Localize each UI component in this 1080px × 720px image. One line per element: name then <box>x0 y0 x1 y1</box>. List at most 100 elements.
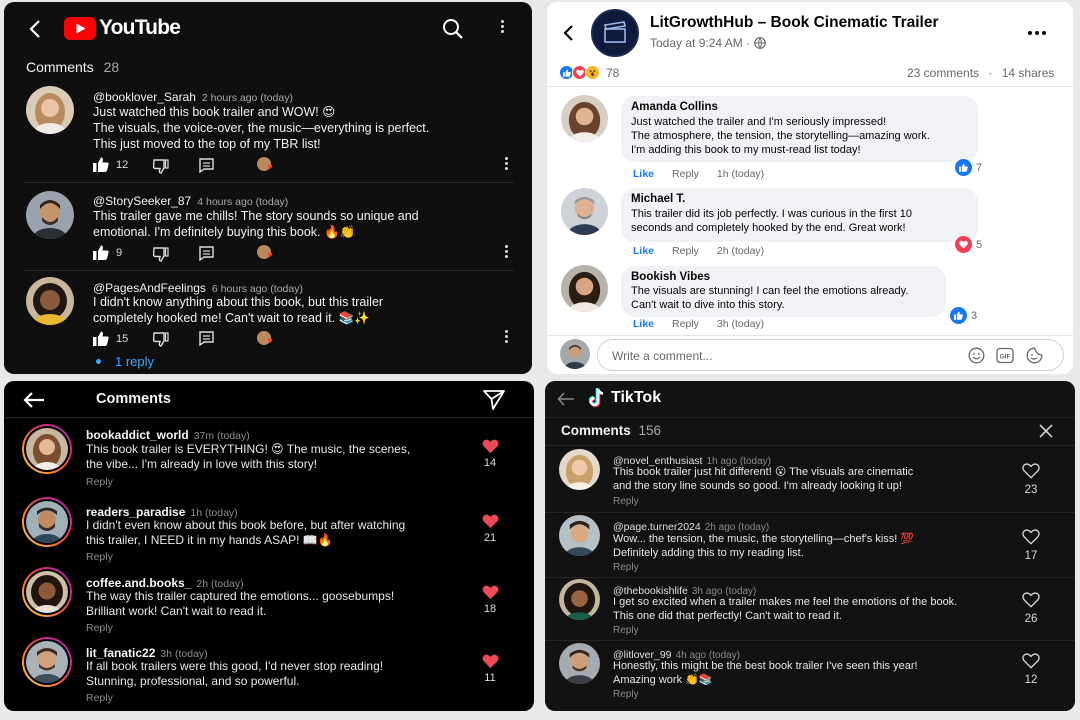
like-button[interactable]: 21 <box>475 514 505 544</box>
thumbs-down-icon[interactable] <box>153 332 169 347</box>
like-button[interactable]: Like <box>633 318 654 330</box>
like-button[interactable]: 9 <box>93 245 122 260</box>
emoji-icon[interactable] <box>968 347 985 364</box>
panel-title: Comments <box>96 391 171 407</box>
comments-count[interactable]: 23 comments <box>907 66 979 80</box>
comment-actions: Like Reply 1h (today) <box>633 168 764 180</box>
page-title[interactable]: LitGrowthHub – Book Cinematic Trailer <box>650 14 939 32</box>
comment-username[interactable]: @booklover_Sarah <box>93 90 196 104</box>
reply-button[interactable]: Reply <box>672 318 699 330</box>
reply-button[interactable]: Reply <box>613 689 639 700</box>
reply-button[interactable]: Reply <box>672 245 699 257</box>
avatar[interactable] <box>559 449 600 490</box>
avatar[interactable] <box>561 188 608 235</box>
like-button[interactable]: Like <box>633 245 654 257</box>
avatar[interactable] <box>26 277 74 325</box>
reply-comment-icon[interactable] <box>199 331 214 346</box>
avatar[interactable] <box>26 641 68 683</box>
reply-comment-icon[interactable] <box>199 246 214 261</box>
avatar[interactable] <box>26 571 68 613</box>
comment-username[interactable]: lit_fanatic22 <box>86 646 155 660</box>
comment-options-icon[interactable] <box>505 245 509 260</box>
commenter-name[interactable]: Bookish Vibes <box>631 271 936 283</box>
back-arrow-icon[interactable] <box>22 391 46 409</box>
avatar[interactable] <box>561 265 608 312</box>
comment-time: 2 hours ago (today) <box>201 92 293 104</box>
comment-options-icon[interactable] <box>505 157 509 172</box>
back-arrow-icon[interactable] <box>28 19 42 39</box>
comment-text: I didn't even know about this book befor… <box>86 518 405 548</box>
shares-count[interactable]: 14 shares <box>1002 66 1055 80</box>
like-reaction-icon <box>955 159 972 176</box>
reply-button[interactable]: Reply <box>613 625 639 636</box>
comments-label: Comments <box>561 423 631 438</box>
close-icon[interactable] <box>1039 424 1053 438</box>
avatar[interactable] <box>26 428 68 470</box>
reply-comment-icon[interactable] <box>199 158 214 173</box>
sticker-icon[interactable] <box>1026 347 1043 364</box>
gif-icon[interactable]: GIF <box>996 347 1014 364</box>
commenter-name[interactable]: Michael T. <box>631 193 968 205</box>
avatar[interactable] <box>26 191 74 239</box>
like-button[interactable]: Like <box>633 168 654 180</box>
like-button[interactable]: 14 <box>475 439 505 469</box>
page-avatar[interactable] <box>591 9 639 57</box>
reply-button[interactable]: Reply <box>613 496 639 507</box>
search-icon[interactable] <box>442 18 464 40</box>
story-ring[interactable] <box>22 567 72 617</box>
back-arrow-icon[interactable] <box>557 392 575 406</box>
story-ring[interactable] <box>22 424 72 474</box>
reply-button[interactable]: Reply <box>86 692 113 704</box>
avatar[interactable] <box>559 579 600 620</box>
reply-link-text[interactable]: 1 reply <box>115 354 154 369</box>
reply-button[interactable]: Reply <box>86 622 113 634</box>
comment-username[interactable]: readers_paradise <box>86 505 185 519</box>
back-arrow-icon[interactable] <box>562 24 574 42</box>
share-send-icon[interactable] <box>482 389 506 411</box>
comment-text: Just watched this book trailer and WOW! … <box>93 104 513 152</box>
avatar[interactable] <box>561 95 608 142</box>
avatar[interactable] <box>559 643 600 684</box>
avatar[interactable] <box>26 86 74 134</box>
view-replies-link[interactable]: 1 reply <box>96 354 154 369</box>
comment-reactions[interactable]: 5 <box>955 236 982 253</box>
reaction-summary[interactable]: 78 <box>559 65 619 80</box>
comment-username[interactable]: @StorySeeker_87 <box>93 194 191 208</box>
reply-button[interactable]: Reply <box>86 551 113 563</box>
reply-button[interactable]: Reply <box>613 562 639 573</box>
thumbs-down-icon[interactable] <box>153 247 169 262</box>
reply-button[interactable]: Reply <box>672 168 699 180</box>
like-button[interactable]: 12 <box>1016 653 1046 686</box>
more-options-icon[interactable] <box>501 20 505 35</box>
comment-options-icon[interactable] <box>505 330 509 345</box>
like-button[interactable]: 15 <box>93 331 128 346</box>
comment-text: I get so excited when a trailer makes me… <box>613 595 957 623</box>
like-button[interactable]: 23 <box>1016 463 1046 496</box>
comment-username[interactable]: bookaddict_world <box>86 428 189 442</box>
like-button[interactable]: 17 <box>1016 529 1046 562</box>
thumbs-down-icon[interactable] <box>153 159 169 174</box>
story-ring[interactable] <box>22 497 72 547</box>
avatar[interactable] <box>26 501 68 543</box>
comment-line: Wow... the tension, the music, the story… <box>613 533 915 545</box>
post-options-icon[interactable] <box>1028 31 1046 35</box>
comment-line: Just watched the trailer and I'm serious… <box>631 116 887 128</box>
comment-line: If all book trailers were this good, I'd… <box>86 659 384 673</box>
like-button[interactable]: 12 <box>93 157 128 172</box>
like-button[interactable]: 18 <box>475 585 505 615</box>
avatar[interactable] <box>559 515 600 556</box>
comment-username[interactable]: coffee.and.books_ <box>86 576 191 590</box>
comment-line: Definitely adding this to my reading lis… <box>613 547 804 559</box>
current-user-avatar[interactable] <box>560 339 590 369</box>
like-button[interactable]: 26 <box>1016 592 1046 625</box>
comment-reactions[interactable]: 7 <box>955 159 982 176</box>
comment-reactions[interactable]: 3 <box>950 307 977 324</box>
reply-button[interactable]: Reply <box>86 476 113 488</box>
commenter-name[interactable]: Amanda Collins <box>631 101 968 113</box>
svg-text:GIF: GIF <box>1000 354 1011 361</box>
comment-input[interactable]: Write a comment... GIF <box>597 339 1064 371</box>
tiktok-note-icon <box>589 388 604 408</box>
comment-username[interactable]: @PagesAndFeelings <box>93 281 206 295</box>
like-button[interactable]: 11 <box>475 654 505 684</box>
story-ring[interactable] <box>22 637 72 687</box>
